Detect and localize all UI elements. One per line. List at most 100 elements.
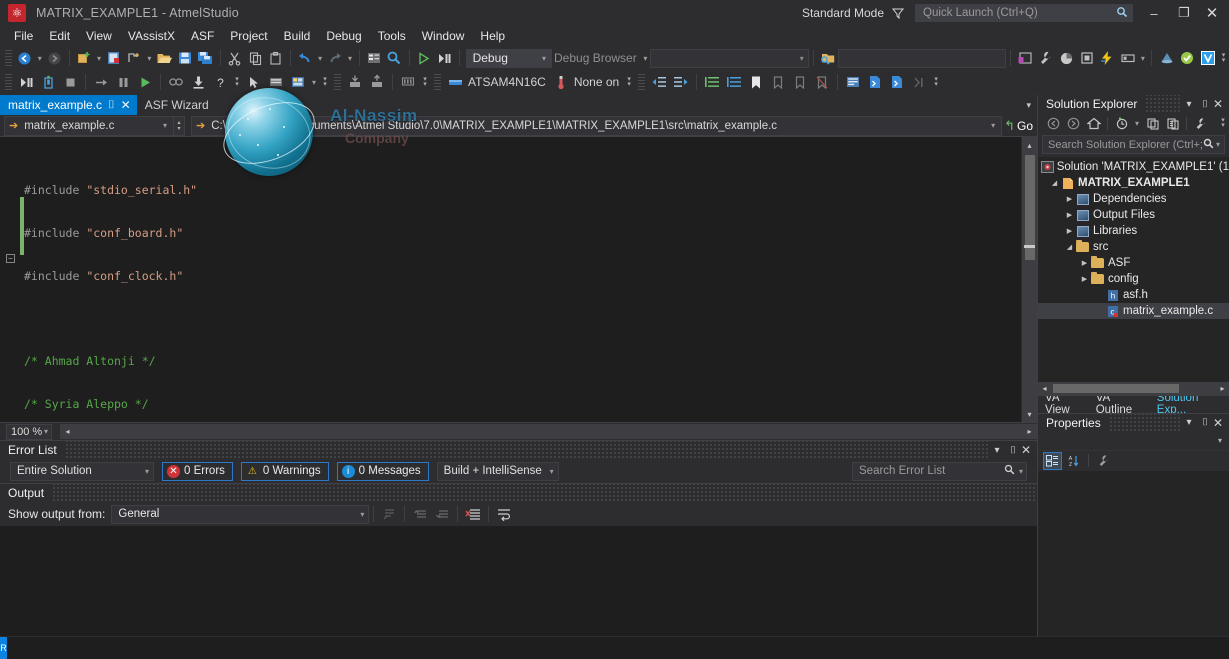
editor-horizontal-scrollbar[interactable]: ◂ ▸: [60, 424, 1037, 439]
toolbar-overflow-button[interactable]: ▾ ▾: [419, 71, 431, 93]
pin-icon[interactable]: ⌷: [1005, 441, 1021, 459]
bookmark-icon[interactable]: [745, 71, 767, 93]
pointer-select-icon[interactable]: [243, 71, 265, 93]
new-project-icon[interactable]: [74, 47, 95, 69]
panel-menu-icon[interactable]: ▾: [1181, 414, 1197, 432]
scroll-up-icon[interactable]: ▴: [1022, 137, 1037, 153]
menu-help[interactable]: Help: [472, 27, 513, 45]
pie-chart-icon[interactable]: [1056, 47, 1077, 69]
step-arrow-icon[interactable]: [90, 71, 112, 93]
chevron-down-icon[interactable]: ▾: [1214, 140, 1222, 149]
toolbar-grip[interactable]: [434, 74, 441, 90]
panel-drag-dots[interactable]: [1145, 95, 1181, 113]
navigate-back-icon[interactable]: [15, 47, 36, 69]
pin-icon[interactable]: ⌷: [108, 99, 115, 112]
save-all-icon[interactable]: [195, 47, 216, 69]
show-all-files-icon[interactable]: [1163, 114, 1182, 133]
pin-icon[interactable]: ⌷: [1197, 414, 1213, 432]
step-into-icon[interactable]: [434, 47, 455, 69]
open-file-icon[interactable]: [154, 47, 175, 69]
tab-va-view[interactable]: VA View: [1038, 392, 1089, 416]
clear-all-icon[interactable]: [462, 503, 484, 525]
warnings-filter-button[interactable]: ⚠ 0 Warnings: [240, 461, 329, 481]
toggle-word-wrap-icon[interactable]: [493, 503, 515, 525]
stop-debug-icon[interactable]: [59, 71, 81, 93]
tree-item-matrix-example-c[interactable]: c matrix_example.c: [1038, 303, 1229, 319]
toolbar-search-input[interactable]: [838, 48, 1007, 68]
go-to-previous-icon[interactable]: [409, 503, 431, 525]
close-icon[interactable]: ✕: [121, 98, 131, 112]
debug-browser-dropdown[interactable]: ▾: [641, 47, 650, 69]
open-folder-search-icon[interactable]: [818, 47, 839, 69]
output-text-area[interactable]: [0, 526, 1037, 636]
undo-dropdown[interactable]: ▾: [316, 47, 325, 69]
twisty-collapsed[interactable]: ▶: [1064, 195, 1075, 203]
find-message-icon[interactable]: [378, 503, 400, 525]
solution-explorer-search-input[interactable]: Search Solution Explorer (Ctrl+; ▾: [1042, 135, 1225, 154]
menu-view[interactable]: View: [78, 27, 120, 45]
navigate-forward-icon[interactable]: [44, 47, 65, 69]
help-question-icon[interactable]: ?: [209, 71, 231, 93]
zoom-level-combo[interactable]: 100 % ▾: [6, 423, 52, 440]
solution-explorer-overflow[interactable]: ▾ ▾: [1217, 112, 1229, 134]
solution-explorer-icon[interactable]: [364, 47, 385, 69]
add-existing-item-icon[interactable]: [104, 47, 125, 69]
new-file-icon[interactable]: [124, 47, 145, 69]
continue-run-icon[interactable]: [134, 71, 156, 93]
registers-window-icon[interactable]: [287, 71, 309, 93]
nav-member-combo[interactable]: ➔ matrix_example.c ▾: [4, 115, 174, 136]
cut-icon[interactable]: [225, 47, 246, 69]
code-text[interactable]: #include "stdio_serial.h" #include "conf…: [20, 137, 1021, 422]
toolbar-grip[interactable]: [638, 74, 646, 90]
debug-start-no-debug-icon[interactable]: [37, 71, 59, 93]
display-device-icon[interactable]: [1118, 47, 1139, 69]
scroll-right-icon[interactable]: ▸: [1216, 384, 1229, 393]
minimize-button[interactable]: –: [1139, 0, 1169, 26]
fold-toggle-icon[interactable]: −: [6, 254, 15, 263]
tool-thermometer-icon[interactable]: [550, 71, 572, 93]
categorized-icon[interactable]: [1043, 451, 1062, 470]
toolbar-overflow-button[interactable]: ▾ ▾: [319, 71, 331, 93]
quick-launch-input[interactable]: Quick Launch (Ctrl+Q): [915, 4, 1133, 22]
start-debug-icon[interactable]: [414, 47, 435, 69]
flash-programming-icon[interactable]: [1097, 47, 1118, 69]
code-folding-gutter[interactable]: −: [6, 137, 20, 422]
home-icon[interactable]: [1084, 114, 1103, 133]
comment-selection-icon[interactable]: [701, 71, 723, 93]
paste-icon[interactable]: [266, 47, 287, 69]
close-icon[interactable]: ✕: [1021, 441, 1037, 459]
go-to-next-icon[interactable]: [431, 503, 453, 525]
redo-icon[interactable]: [325, 47, 346, 69]
pin-icon[interactable]: ⌷: [1197, 95, 1213, 113]
registers-dropdown[interactable]: ▾: [309, 71, 319, 93]
new-project-dropdown[interactable]: ▾: [94, 47, 103, 69]
messages-filter-button[interactable]: i 0 Messages: [336, 461, 429, 481]
toolbar-grip[interactable]: [5, 74, 12, 90]
tree-item-libraries[interactable]: ▶ Libraries: [1038, 223, 1229, 239]
find-icon[interactable]: [384, 47, 405, 69]
tab-va-outline[interactable]: VA Outline: [1089, 392, 1150, 416]
asf-wizard-icon[interactable]: [842, 71, 864, 93]
toolbar-overflow-button[interactable]: ▾ ▾: [1218, 47, 1229, 69]
menu-build[interactable]: Build: [276, 27, 319, 45]
tree-item-asf[interactable]: ▶ ASF: [1038, 255, 1229, 271]
menu-asf[interactable]: ASF: [183, 27, 222, 45]
toolbar-grip[interactable]: [334, 74, 341, 90]
toolbar-overflow-button[interactable]: ▾ ▾: [930, 71, 942, 93]
scroll-left-icon[interactable]: ◂: [1038, 384, 1051, 393]
twisty-collapsed[interactable]: ▶: [1079, 275, 1090, 283]
device-chip-icon[interactable]: [444, 71, 466, 93]
solution-explorer-hscrollbar[interactable]: ◂ ▸: [1038, 381, 1229, 396]
toolbar-overflow-button[interactable]: ▾ ▾: [231, 71, 243, 93]
nav-path-combo[interactable]: ➔ C:\Users\Altonji\Documents\Atmel Studi…: [191, 115, 1003, 136]
menu-edit[interactable]: Edit: [41, 27, 78, 45]
clear-bookmarks-icon[interactable]: [811, 71, 833, 93]
properties-wrench-icon[interactable]: [1191, 114, 1210, 133]
break-all-icon[interactable]: [112, 71, 134, 93]
tree-item-config[interactable]: ▶ config: [1038, 271, 1229, 287]
show-disassembly-icon[interactable]: [165, 71, 187, 93]
toolbar-grip[interactable]: [5, 50, 12, 66]
tab-list-dropdown-icon[interactable]: ▾: [1026, 100, 1037, 111]
solution-tree[interactable]: Solution 'MATRIX_EXAMPLE1' (1 ◢ MATRIX_E…: [1038, 157, 1229, 382]
toggle-bookmark-icon[interactable]: [397, 71, 419, 93]
